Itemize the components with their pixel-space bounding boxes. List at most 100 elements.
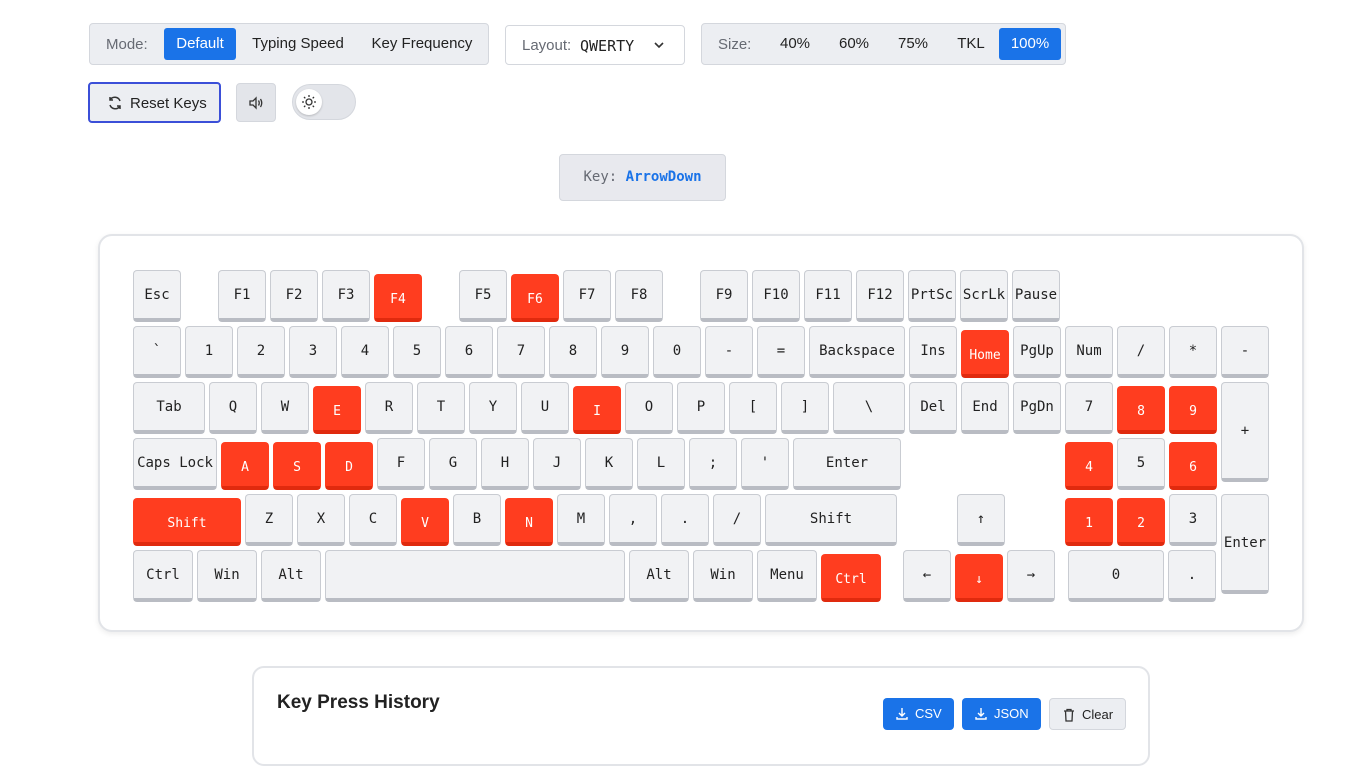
key-n[interactable]: N: [505, 498, 553, 546]
key-enter[interactable]: Enter: [793, 438, 901, 490]
size-75-button[interactable]: 75%: [890, 28, 936, 60]
key-8[interactable]: 8: [549, 326, 597, 378]
key-i[interactable]: I: [573, 386, 621, 434]
key-b[interactable]: B: [453, 494, 501, 546]
key-num-9[interactable]: 9: [1169, 386, 1217, 434]
key-backslash[interactable]: \: [833, 382, 905, 434]
key-caps-lock[interactable]: Caps Lock: [133, 438, 217, 490]
key-num-3[interactable]: 3: [1169, 494, 1217, 546]
key-arrow-down[interactable]: ↓: [955, 554, 1003, 602]
key-arrow-left[interactable]: ←: [903, 550, 951, 602]
key-arrow-right[interactable]: →: [1007, 550, 1055, 602]
key-alt-right[interactable]: Alt: [629, 550, 689, 602]
key-f6[interactable]: F6: [511, 274, 559, 322]
key-v[interactable]: V: [401, 498, 449, 546]
key-h[interactable]: H: [481, 438, 529, 490]
key-m[interactable]: M: [557, 494, 605, 546]
key-f12[interactable]: F12: [856, 270, 904, 322]
key-num-7[interactable]: 7: [1065, 382, 1113, 434]
key-home[interactable]: Home: [961, 330, 1009, 378]
key-del[interactable]: Del: [909, 382, 957, 434]
key-f5[interactable]: F5: [459, 270, 507, 322]
key-w[interactable]: W: [261, 382, 309, 434]
key-menu[interactable]: Menu: [757, 550, 817, 602]
key-num-slash[interactable]: /: [1117, 326, 1165, 378]
key-f2[interactable]: F2: [270, 270, 318, 322]
key-1[interactable]: 1: [185, 326, 233, 378]
key-num-plus[interactable]: +: [1221, 382, 1269, 482]
key-space[interactable]: [325, 550, 625, 602]
layout-select[interactable]: Layout: QWERTY: [505, 25, 685, 65]
key-right-bracket[interactable]: ]: [781, 382, 829, 434]
key-num-2[interactable]: 2: [1117, 498, 1165, 546]
key-quote[interactable]: ': [741, 438, 789, 490]
key-5[interactable]: 5: [393, 326, 441, 378]
key-minus[interactable]: -: [705, 326, 753, 378]
key-f3[interactable]: F3: [322, 270, 370, 322]
key-c[interactable]: C: [349, 494, 397, 546]
key-comma[interactable]: ,: [609, 494, 657, 546]
key-num-enter[interactable]: Enter: [1221, 494, 1269, 594]
key-o[interactable]: O: [625, 382, 673, 434]
key-shift-left[interactable]: Shift: [133, 498, 241, 546]
key-7[interactable]: 7: [497, 326, 545, 378]
key-l[interactable]: L: [637, 438, 685, 490]
mode-key-frequency-button[interactable]: Key Frequency: [364, 28, 480, 60]
reset-keys-button[interactable]: Reset Keys: [88, 82, 221, 123]
key-9[interactable]: 9: [601, 326, 649, 378]
key-f9[interactable]: F9: [700, 270, 748, 322]
clear-history-button[interactable]: Clear: [1049, 698, 1126, 730]
key-u[interactable]: U: [521, 382, 569, 434]
key-ctrl-right[interactable]: Ctrl: [821, 554, 881, 602]
key-scrlk[interactable]: ScrLk: [960, 270, 1008, 322]
key-period[interactable]: .: [661, 494, 709, 546]
key-pause[interactable]: Pause: [1012, 270, 1060, 322]
key-backtick[interactable]: `: [133, 326, 181, 378]
key-num-asterisk[interactable]: *: [1169, 326, 1217, 378]
key-f11[interactable]: F11: [804, 270, 852, 322]
key-alt-left[interactable]: Alt: [261, 550, 321, 602]
key-f1[interactable]: F1: [218, 270, 266, 322]
key-semicolon[interactable]: ;: [689, 438, 737, 490]
key-j[interactable]: J: [533, 438, 581, 490]
key-f4[interactable]: F4: [374, 274, 422, 322]
key-slash[interactable]: /: [713, 494, 761, 546]
key-4[interactable]: 4: [341, 326, 389, 378]
key-num-5[interactable]: 5: [1117, 438, 1165, 490]
key-win-right[interactable]: Win: [693, 550, 753, 602]
key-q[interactable]: Q: [209, 382, 257, 434]
key-z[interactable]: Z: [245, 494, 293, 546]
key-a[interactable]: A: [221, 442, 269, 490]
key-0[interactable]: 0: [653, 326, 701, 378]
key-prtsc[interactable]: PrtSc: [908, 270, 956, 322]
key-r[interactable]: R: [365, 382, 413, 434]
key-esc[interactable]: Esc: [133, 270, 181, 322]
key-num-1[interactable]: 1: [1065, 498, 1113, 546]
key-x[interactable]: X: [297, 494, 345, 546]
key-pgdn[interactable]: PgDn: [1013, 382, 1061, 434]
key-f10[interactable]: F10: [752, 270, 800, 322]
size-100-button[interactable]: 100%: [999, 28, 1061, 60]
size-tkl-button[interactable]: TKL: [949, 28, 993, 60]
key-equals[interactable]: =: [757, 326, 805, 378]
key-numlock[interactable]: Num: [1065, 326, 1113, 378]
key-2[interactable]: 2: [237, 326, 285, 378]
key-ins[interactable]: Ins: [909, 326, 957, 378]
sound-toggle-button[interactable]: [236, 83, 276, 122]
key-f[interactable]: F: [377, 438, 425, 490]
key-3[interactable]: 3: [289, 326, 337, 378]
key-6[interactable]: 6: [445, 326, 493, 378]
size-40-button[interactable]: 40%: [772, 28, 818, 60]
mode-typing-speed-button[interactable]: Typing Speed: [245, 28, 351, 60]
key-pgup[interactable]: PgUp: [1013, 326, 1061, 378]
key-s[interactable]: S: [273, 442, 321, 490]
key-left-bracket[interactable]: [: [729, 382, 777, 434]
key-f7[interactable]: F7: [563, 270, 611, 322]
key-e[interactable]: E: [313, 386, 361, 434]
key-num-6[interactable]: 6: [1169, 442, 1217, 490]
key-k[interactable]: K: [585, 438, 633, 490]
key-win-left[interactable]: Win: [197, 550, 257, 602]
key-t[interactable]: T: [417, 382, 465, 434]
key-ctrl-left[interactable]: Ctrl: [133, 550, 193, 602]
key-num-8[interactable]: 8: [1117, 386, 1165, 434]
